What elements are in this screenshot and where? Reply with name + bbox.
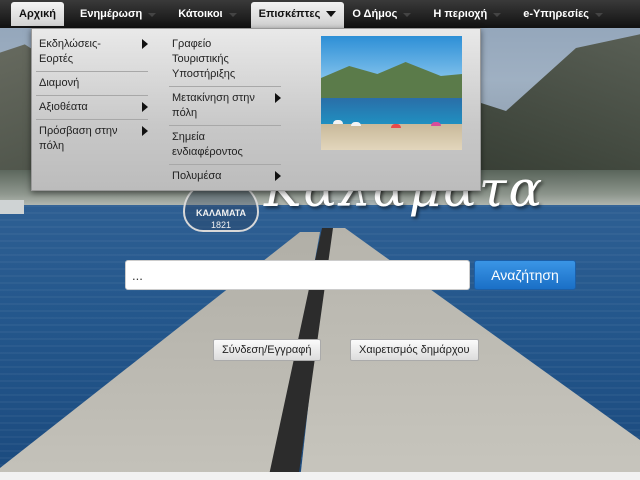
dropdown-item-label: Πολυμέσα [172, 170, 222, 182]
dropdown-item-transport[interactable]: Μετακίνηση στην πόλη [169, 87, 281, 126]
nav-item-e-services-label: e-Υπηρεσίες [523, 8, 590, 20]
dropdown-item-multimedia[interactable]: Πολυμέσα [169, 165, 281, 188]
nav-item-visitors-label: Επισκέπτες [258, 8, 321, 20]
caret-down-icon [326, 11, 337, 18]
seal-year: 1821 [210, 220, 232, 230]
dropdown-item-access[interactable]: Πρόσβαση στην πόλη [36, 120, 148, 158]
nav-item-municipality-label: Ο Δήμος [352, 8, 398, 20]
seal-name: ΚΑΛΑΜΑΤΑ [195, 208, 247, 218]
nav-item-region[interactable]: Η περιοχή [425, 2, 515, 26]
footer-strip [0, 472, 640, 480]
dropdown-item-tourist-office[interactable]: Γραφείο Τουριστικής Υποστήριξης [169, 33, 281, 87]
nav-item-residents[interactable]: Κάτοικοι [170, 2, 250, 26]
search-input[interactable] [125, 260, 470, 290]
main-navigation: Αρχική Ενημέρωση Κάτοικοι Επισκέπτες Ο Δ… [0, 0, 640, 28]
chevron-down-icon [595, 13, 604, 17]
dropdown-item-events[interactable]: Εκδηλώσεις-Εορτές [36, 33, 148, 72]
dropdown-item-accommodation[interactable]: Διαμονή [36, 72, 148, 96]
nav-item-news-label: Ενημέρωση [80, 8, 143, 20]
photo-umbrella [431, 122, 441, 126]
search-button[interactable]: Αναζήτηση [474, 260, 576, 290]
dropdown-item-label: Αξιοθέατα [39, 101, 88, 113]
dropdown-item-label: Σημεία ενδιαφέροντος [172, 131, 243, 158]
photo-umbrella [351, 122, 361, 126]
visitors-dropdown-menu: Εκδηλώσεις-Εορτές Διαμονή Αξιοθέατα Πρόσ… [31, 28, 481, 191]
nav-item-visitors[interactable]: Επισκέπτες [250, 2, 345, 28]
chevron-right-icon [275, 171, 281, 181]
mayor-greeting-button[interactable]: Χαιρετισμός δημάρχου [350, 339, 479, 361]
dropdown-item-label: Εκδηλώσεις-Εορτές [39, 38, 101, 65]
nav-item-e-services[interactable]: e-Υπηρεσίες [515, 2, 617, 26]
nav-item-residents-label: Κάτοικοι [178, 8, 223, 20]
chevron-down-icon [403, 13, 412, 17]
chevron-down-icon [228, 13, 237, 17]
dropdown-item-label: Μετακίνηση στην πόλη [172, 92, 255, 119]
dropdown-item-sights[interactable]: Αξιοθέατα [36, 96, 148, 120]
dropdown-item-label: Διαμονή [39, 77, 80, 89]
dropdown-column-1: Εκδηλώσεις-Εορτές Διαμονή Αξιοθέατα Πρόσ… [36, 33, 148, 158]
chevron-right-icon [275, 93, 281, 103]
ship [0, 200, 24, 214]
nav-item-home[interactable]: Αρχική [11, 2, 64, 26]
chevron-right-icon [142, 102, 148, 112]
photo-umbrella [333, 120, 343, 124]
chevron-right-icon [142, 126, 148, 136]
chevron-down-icon [493, 13, 502, 17]
photo-umbrella [391, 124, 401, 128]
chevron-down-icon [148, 13, 157, 17]
dropdown-item-points-of-interest[interactable]: Σημεία ενδιαφέροντος [169, 126, 281, 165]
nav-item-news[interactable]: Ενημέρωση [72, 2, 170, 26]
nav-item-region-label: Η περιοχή [433, 8, 488, 20]
nav-item-municipality[interactable]: Ο Δήμος [344, 2, 425, 26]
login-register-button[interactable]: Σύνδεση/Εγγραφή [213, 339, 321, 361]
dropdown-item-label: Γραφείο Τουριστικής Υποστήριξης [172, 38, 236, 80]
dropdown-column-2: Γραφείο Τουριστικής Υποστήριξης Μετακίνη… [169, 33, 281, 188]
dropdown-item-label: Πρόσβαση στην πόλη [39, 125, 118, 152]
beach-photo[interactable] [321, 36, 462, 150]
chevron-right-icon [142, 39, 148, 49]
